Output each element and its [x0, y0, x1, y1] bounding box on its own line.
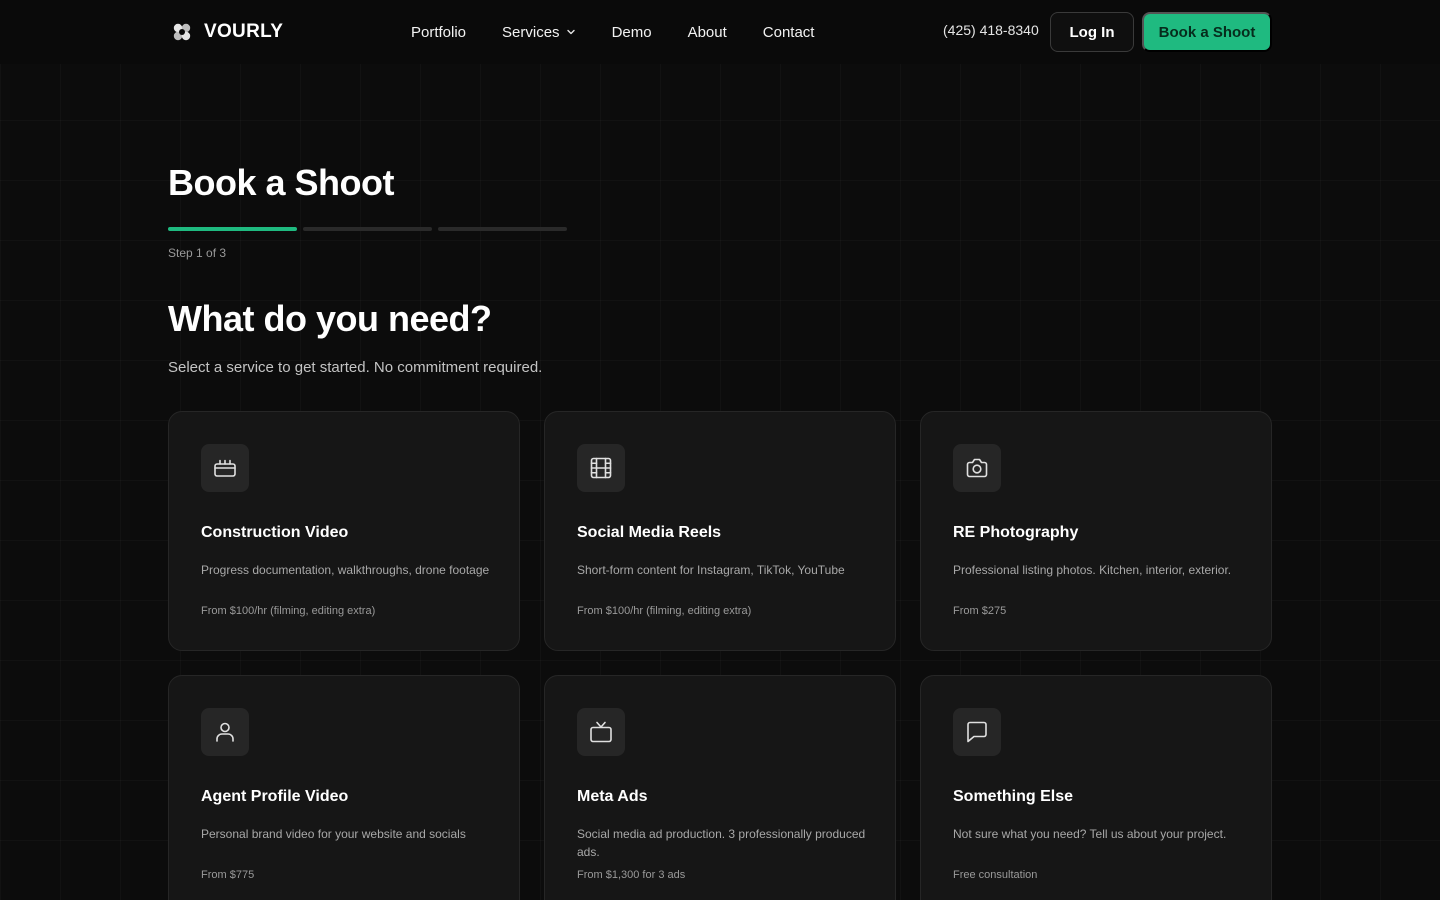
brand-logo-icon [173, 23, 191, 41]
service-title: Agent Profile Video [201, 788, 349, 805]
service-card-meta-ads[interactable]: Meta Ads Social media ad production. 3 p… [544, 675, 896, 900]
service-card-something-else[interactable]: Something Else Not sure what you need? T… [920, 675, 1272, 900]
service-description: Professional listing photos. Kitchen, in… [953, 563, 1232, 577]
nav-item-portfolio[interactable]: Portfolio [411, 24, 466, 41]
service-description: Short-form content for Instagram, TikTok… [577, 563, 845, 577]
nav-item-services[interactable]: Services [502, 24, 576, 41]
nav-item-demo[interactable]: Demo [612, 24, 652, 41]
service-card-social-media-reels[interactable]: Social Media Reels Short-form content fo… [544, 411, 896, 651]
film-icon [577, 444, 625, 492]
brand-name: VOURLY [204, 21, 284, 42]
top-navigation-bar: VOURLY Portfolio Services Demo About Con… [0, 0, 1440, 64]
service-price: From $1,300 for 3 ads [577, 869, 686, 881]
service-description: Personal brand video for your website an… [201, 827, 466, 841]
book-a-shoot-button[interactable]: Book a Shoot [1142, 12, 1272, 52]
service-title: RE Photography [953, 524, 1079, 541]
service-price: From $775 [201, 869, 255, 881]
service-title: Something Else [953, 788, 1074, 805]
step-segment-3 [438, 227, 567, 231]
clapperboard-icon [201, 444, 249, 492]
service-price: From $275 [953, 605, 1007, 617]
log-in-button[interactable]: Log In [1050, 12, 1134, 52]
service-price: From $100/hr (filming, editing extra) [201, 605, 376, 617]
service-card-re-photography[interactable]: RE Photography Professional listing phot… [920, 411, 1272, 651]
section-subtitle: Select a service to get started. No comm… [168, 359, 543, 376]
service-card-grid: Construction Video Progress documentatio… [168, 411, 1272, 900]
camera-icon [953, 444, 1001, 492]
chat-bubble-icon [953, 708, 1001, 756]
main-nav: Portfolio Services Demo About Contact [411, 20, 814, 44]
nav-item-services-label: Services [502, 23, 560, 41]
step-indicator-text: Step 1 of 3 [168, 246, 227, 260]
page-title: Book a Shoot [168, 162, 395, 203]
step-segment-2 [303, 227, 432, 231]
service-price: From $100/hr (filming, editing extra) [577, 605, 752, 617]
service-title: Meta Ads [577, 788, 648, 805]
chevron-down-icon [566, 29, 575, 35]
user-icon [201, 708, 249, 756]
nav-item-contact[interactable]: Contact [763, 24, 815, 41]
nav-item-about[interactable]: About [688, 24, 727, 41]
service-card-agent-profile-video[interactable]: Agent Profile Video Personal brand video… [168, 675, 520, 900]
service-description: Not sure what you need? Tell us about yo… [953, 827, 1227, 841]
phone-number-link[interactable]: (425) 418-8340 [943, 22, 1039, 38]
step-progress-bar [168, 227, 567, 231]
step-segment-1 [168, 227, 297, 231]
tv-icon [577, 708, 625, 756]
service-description: Social media ad production. 3 profession… [577, 827, 866, 859]
service-card-construction-video[interactable]: Construction Video Progress documentatio… [168, 411, 520, 651]
service-price: Free consultation [953, 869, 1038, 881]
service-title: Construction Video [201, 524, 349, 541]
brand-logo[interactable]: VOURLY [170, 18, 283, 46]
section-heading: What do you need? [168, 298, 492, 339]
service-description: Progress documentation, walkthroughs, dr… [201, 563, 490, 577]
service-title: Social Media Reels [577, 524, 722, 541]
